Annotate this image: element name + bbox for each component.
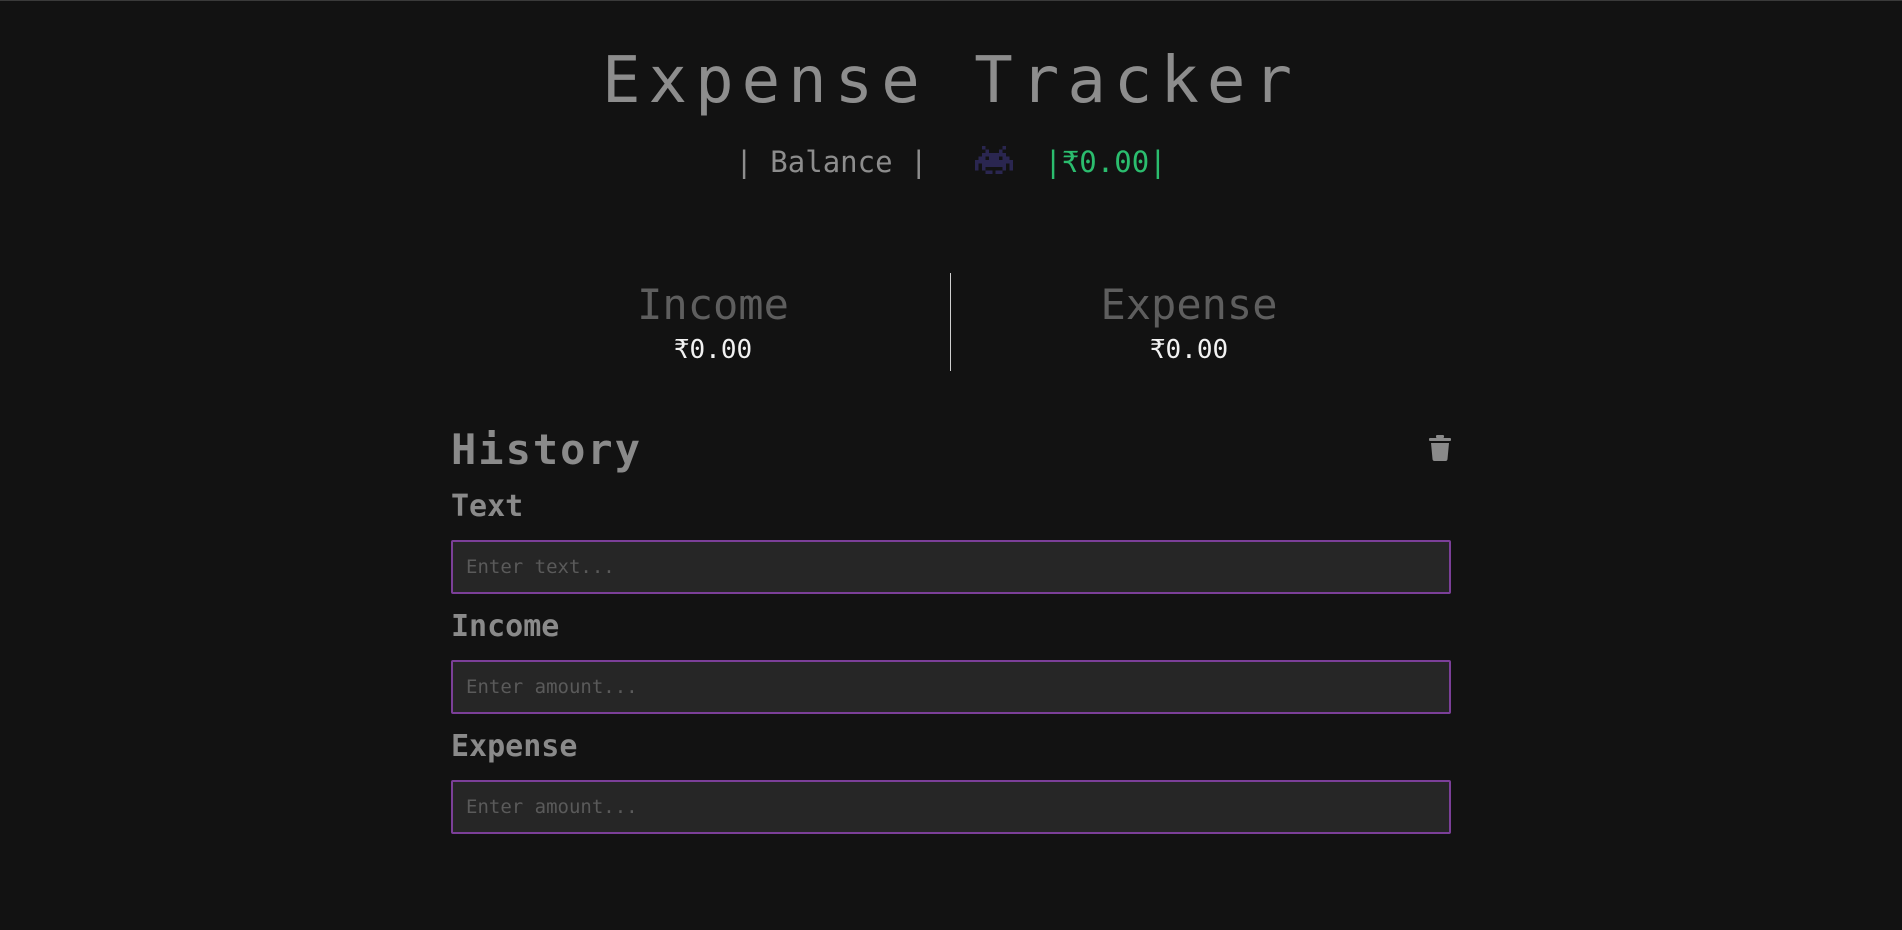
balance-label: | Balance | (735, 145, 928, 179)
income-amount-input[interactable] (451, 660, 1451, 714)
text-input[interactable] (451, 540, 1451, 594)
income-summary-value: ₹0.00 (673, 335, 753, 365)
text-field-label: Text (451, 489, 524, 524)
expense-summary: Expense ₹0.00 (951, 273, 1427, 367)
expense-amount-input[interactable] (451, 780, 1451, 834)
history-header: History (451, 425, 1451, 475)
income-field-label: Income (451, 609, 560, 644)
income-expense-summary: Income ₹0.00 Expense ₹0.00 (475, 273, 1427, 371)
balance-value: |₹0.00| (1044, 145, 1167, 179)
balance-row: | Balance | |₹0.00| (0, 141, 1902, 183)
expense-tracker-app: Expense Tracker | Balance | |₹0.00| Inco… (0, 1, 1902, 930)
history-title: History (451, 425, 643, 474)
trash-icon[interactable] (1429, 435, 1451, 461)
income-summary-label: Income (637, 280, 789, 329)
space-invader-icon (974, 144, 1013, 174)
expense-summary-value: ₹0.00 (1149, 335, 1229, 365)
page-title: Expense Tracker (602, 44, 1300, 118)
expense-field-label: Expense (451, 729, 578, 764)
expense-summary-label: Expense (1100, 280, 1278, 329)
income-summary: Income ₹0.00 (475, 273, 951, 367)
